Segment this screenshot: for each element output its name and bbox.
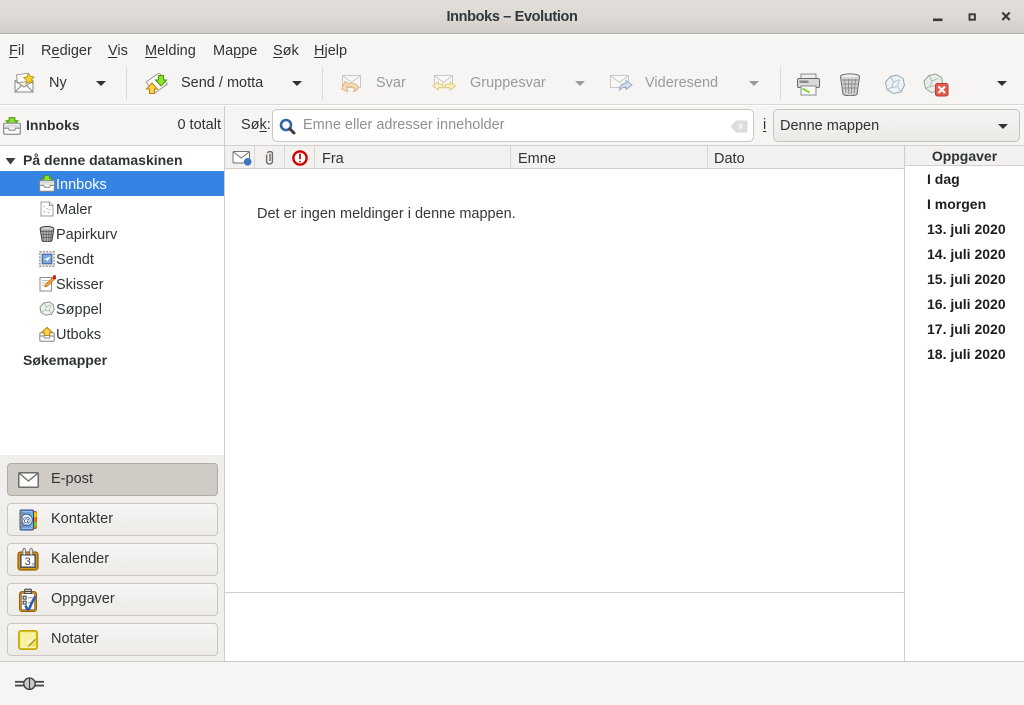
- svg-text:3: 3: [25, 556, 31, 568]
